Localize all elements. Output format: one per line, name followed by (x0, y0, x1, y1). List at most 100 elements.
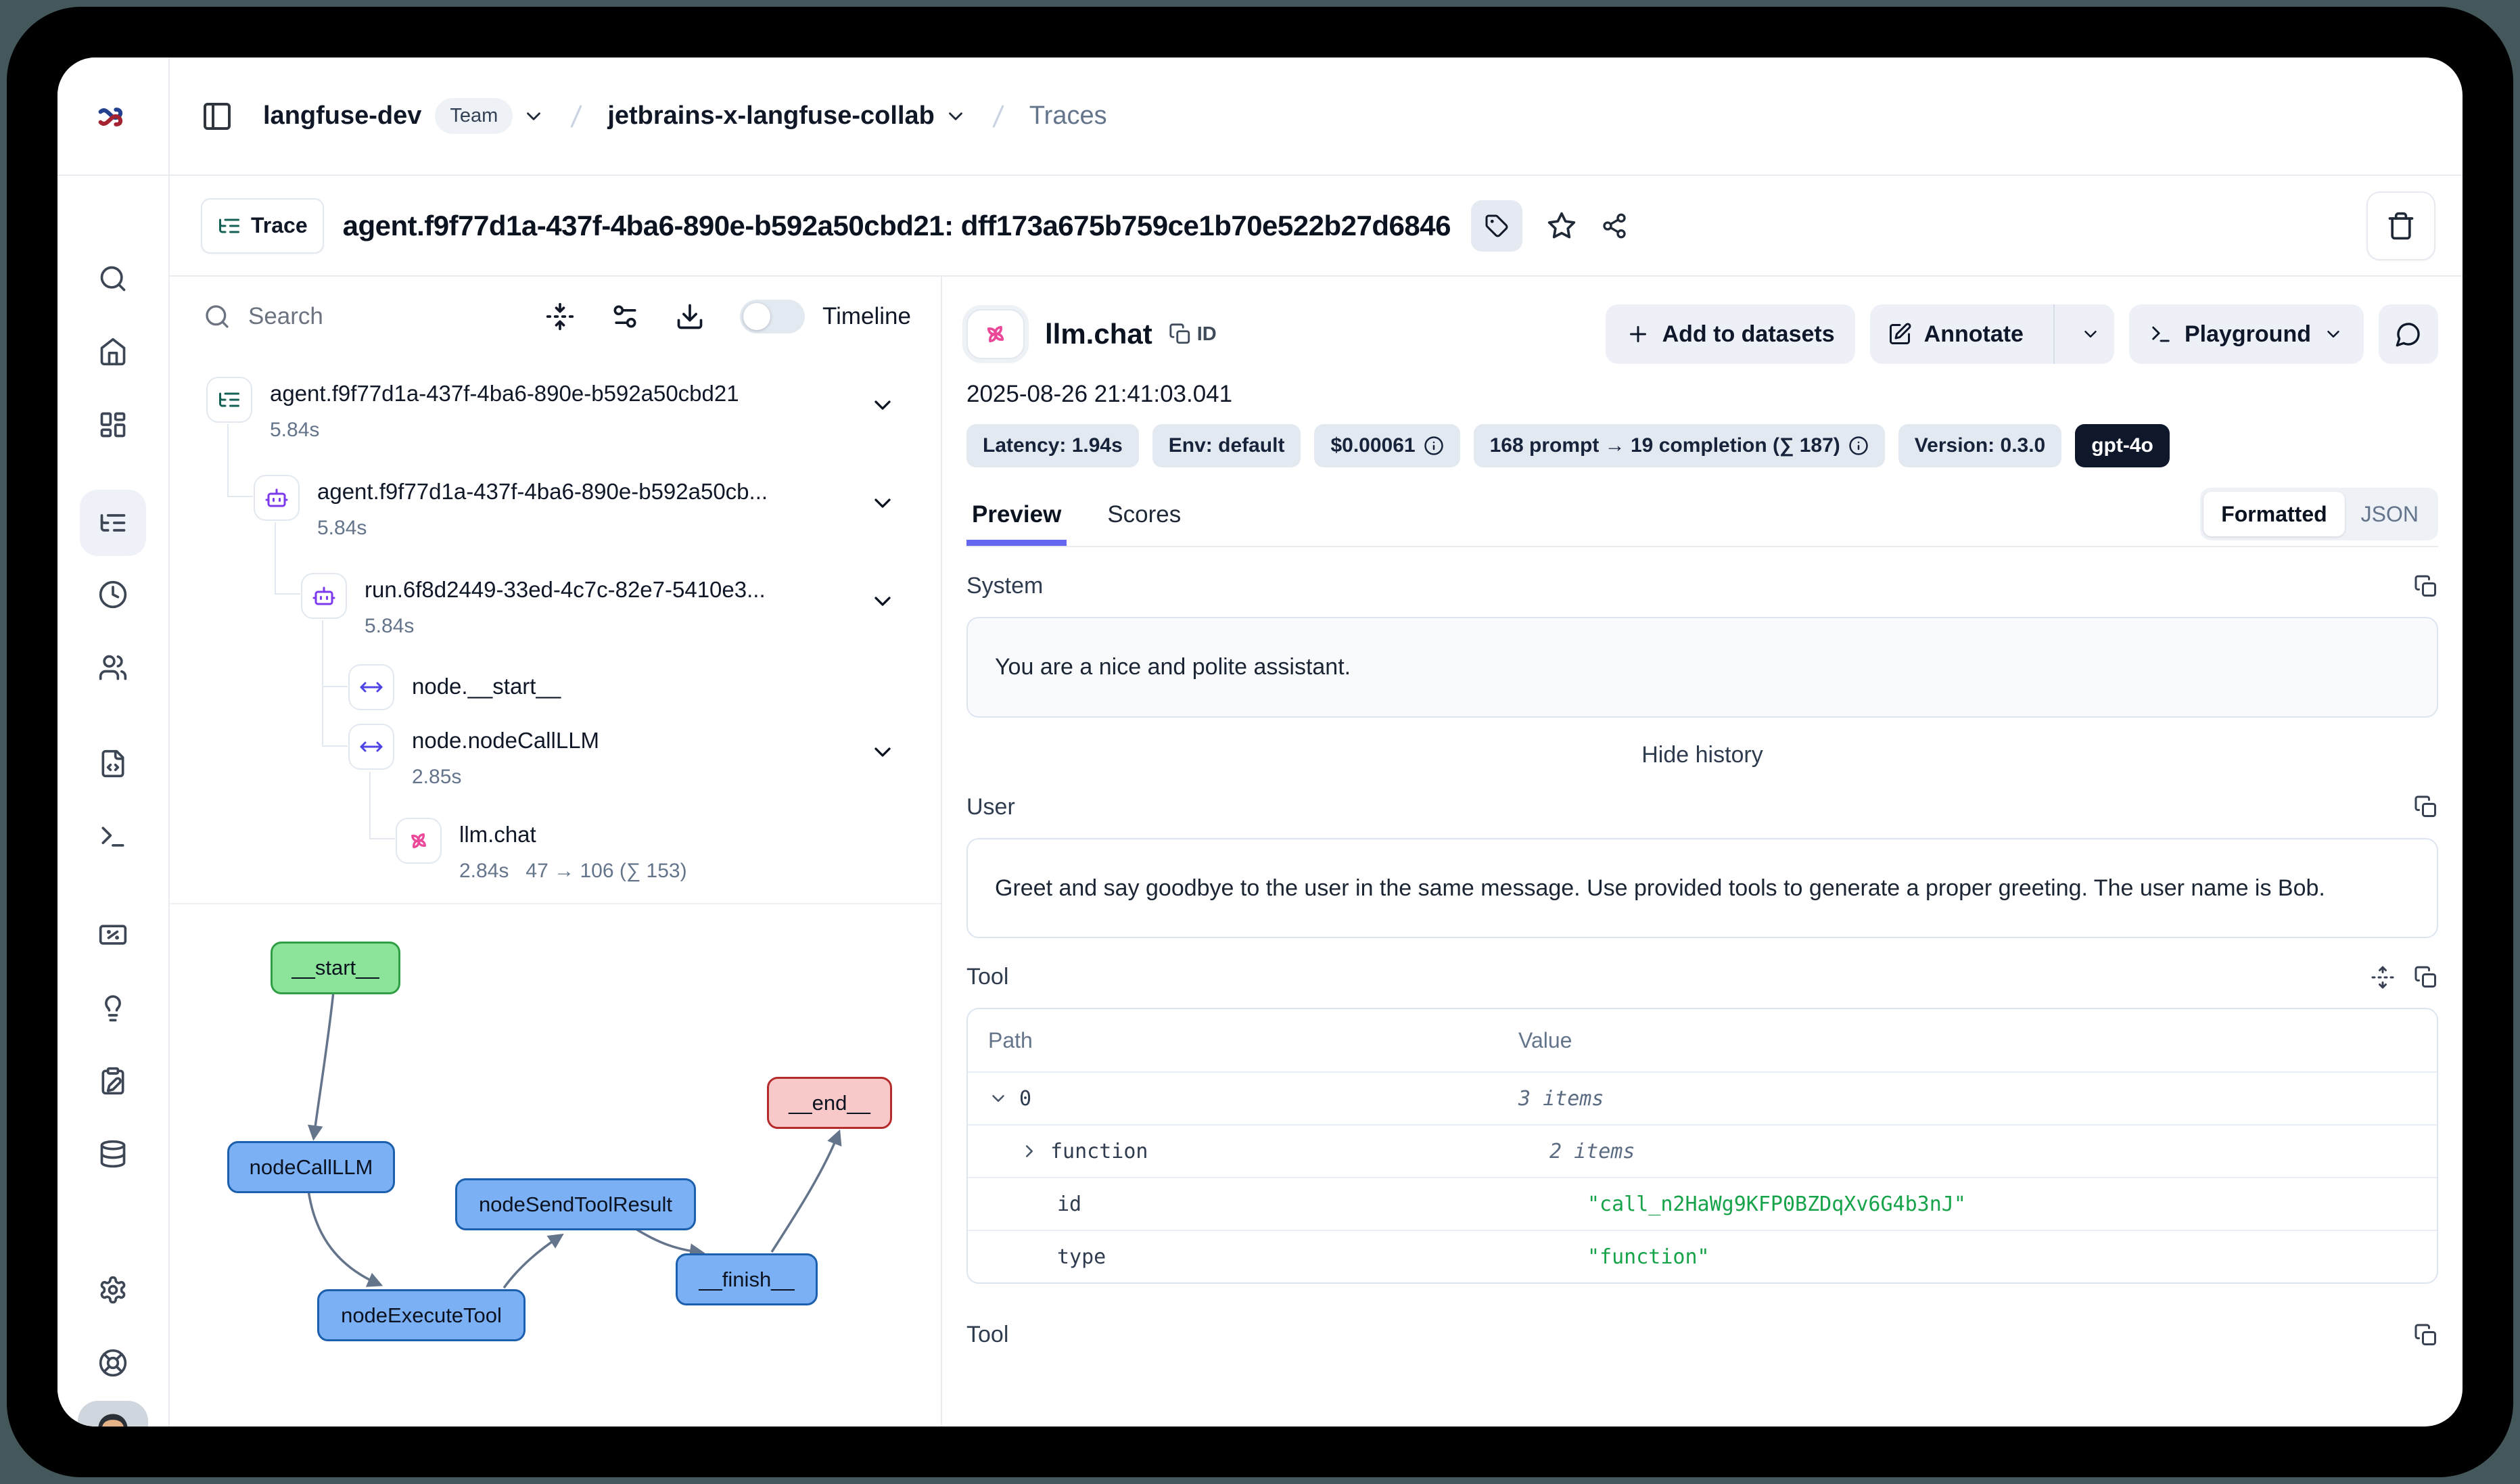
add-to-datasets-label: Add to datasets (1662, 321, 1835, 348)
column-value: Value (1518, 1028, 2437, 1053)
tree-item-label: node.nodeCallLLM (412, 728, 599, 753)
user-heading: User (966, 794, 1015, 820)
arrows-horizontal-icon (348, 664, 394, 710)
datasets-database-icon[interactable] (98, 1139, 128, 1169)
sidebar-toggle-icon[interactable] (201, 100, 233, 133)
delete-trace-button[interactable] (2366, 191, 2435, 260)
button-divider (2053, 304, 2055, 364)
copy-icon[interactable] (2414, 965, 2438, 990)
format-formatted-option[interactable]: Formatted (2203, 492, 2344, 536)
version-badge: Version: 0.3.0 (1898, 424, 2061, 467)
support-lifebuoy-icon[interactable] (98, 1348, 128, 1378)
graph-node-finish[interactable]: __finish__ (676, 1253, 818, 1305)
chevron-down-icon[interactable] (869, 490, 896, 517)
graph-node-send-tool-result[interactable]: nodeSendToolResult (455, 1178, 696, 1230)
tree-item-agent-span[interactable]: agent.f9f77d1a-437f-4ba6-890e-b592a50cb.… (254, 475, 768, 540)
chevron-down-icon[interactable] (869, 588, 896, 615)
table-row[interactable]: id "call_n2HaWg9KFP0BZDqXv6G4b3nJ" (968, 1177, 2437, 1230)
tree-item-node-start[interactable]: node.__start__ (348, 664, 561, 710)
org-logo-knot-icon[interactable] (95, 99, 131, 135)
graph-node-start[interactable]: __start__ (271, 942, 400, 994)
tree-item-label: llm.chat (459, 822, 687, 848)
share-button[interactable] (1601, 212, 1628, 239)
tag-button[interactable] (1471, 200, 1522, 252)
tree-item-label: agent.f9f77d1a-437f-4ba6-890e-b592a50cb.… (317, 479, 768, 505)
copy-icon[interactable] (2414, 795, 2438, 819)
dashboard-nav-icon[interactable] (98, 410, 128, 440)
users-nav-icon[interactable] (98, 653, 128, 682)
project-switcher-chevron-icon[interactable] (944, 105, 967, 128)
annotate-dropdown-chevron-icon[interactable] (2067, 304, 2114, 364)
breadcrumb-project[interactable]: jetbrains-x-langfuse-collab (607, 101, 935, 131)
tree-item-trace-root[interactable]: agent.f9f77d1a-437f-4ba6-890e-b592a50cbd… (206, 377, 739, 442)
observation-title: llm.chat (1045, 318, 1152, 350)
chevron-down-icon[interactable] (869, 392, 896, 419)
system-heading: System (966, 573, 1043, 599)
prompts-lightbulb-icon[interactable] (98, 993, 128, 1023)
copy-icon[interactable] (2414, 1323, 2438, 1347)
expand-icon[interactable] (2371, 965, 2395, 990)
table-row[interactable]: 0 3 items (968, 1071, 2437, 1124)
breadcrumb-separator (563, 103, 590, 130)
model-badge[interactable]: gpt-4o (2075, 424, 2170, 467)
user-avatar[interactable] (78, 1401, 148, 1427)
annotation-clipboard-icon[interactable] (98, 1066, 128, 1096)
playground-button[interactable]: Playground (2129, 304, 2364, 364)
terminal-nav-icon[interactable] (98, 822, 128, 852)
tokens-badge[interactable]: 168 prompt → 19 completion (∑ 187) (1474, 424, 1885, 467)
tree-item-llm-chat[interactable]: llm.chat 2.84s 47 → 106 (∑ 153) (396, 818, 687, 883)
sessions-clock-icon[interactable] (98, 580, 128, 609)
copy-icon[interactable] (2414, 574, 2438, 599)
graph-node-execute-tool[interactable]: nodeExecuteTool (317, 1289, 526, 1341)
graph-node-end[interactable]: __end__ (767, 1077, 892, 1129)
table-row[interactable]: type "function" (968, 1230, 2437, 1282)
breadcrumb-org[interactable]: langfuse-dev (263, 101, 421, 131)
chevron-down-icon[interactable] (869, 739, 896, 766)
bookmark-star-button[interactable] (1547, 211, 1577, 241)
chevron-right-icon[interactable] (1019, 1141, 1040, 1161)
graph-node-call-llm[interactable]: nodeCallLLM (227, 1141, 395, 1193)
home-nav-icon[interactable] (98, 337, 128, 367)
tokens-label: 168 prompt → 19 completion (∑ 187) (1490, 434, 1840, 457)
row-path: id (1057, 1192, 1081, 1216)
org-switcher-chevron-icon[interactable] (522, 105, 545, 128)
toggle-knob (743, 303, 770, 330)
format-json-option[interactable]: JSON (2345, 502, 2435, 527)
tab-scores[interactable]: Scores (1102, 501, 1186, 546)
annotate-button[interactable]: Annotate (1870, 304, 2041, 364)
tree-item-run-span[interactable]: run.6f8d2449-33ed-4c7c-82e7-5410e3... 5.… (301, 573, 766, 638)
tree-item-node-call-llm[interactable]: node.nodeCallLLM 2.85s (348, 724, 599, 789)
settings-gear-icon[interactable] (98, 1275, 128, 1305)
cost-badge[interactable]: $0.00061 (1314, 424, 1460, 467)
id-label: ID (1197, 323, 1217, 346)
tree-item-label: agent.f9f77d1a-437f-4ba6-890e-b592a50cbd… (270, 381, 739, 407)
format-toggle: Formatted JSON (2200, 488, 2438, 540)
evaluation-nav-icon[interactable] (98, 920, 128, 950)
collapse-all-icon[interactable] (545, 302, 575, 331)
comments-button[interactable] (2379, 304, 2438, 364)
copy-id-button[interactable]: ID (1169, 323, 1217, 346)
chevron-down-icon[interactable] (988, 1088, 1008, 1109)
search-input[interactable] (247, 302, 493, 331)
sidebar-item-traces-active[interactable] (80, 490, 146, 556)
tree-settings-icon[interactable] (610, 302, 640, 331)
tab-preview[interactable]: Preview (966, 501, 1067, 546)
table-row[interactable]: function 2 items (968, 1124, 2437, 1177)
info-icon (1848, 436, 1869, 456)
tool-json-table: Path Value 0 3 items (966, 1008, 2438, 1284)
system-message-box: You are a nice and polite assistant. (966, 617, 2438, 718)
breadcrumb-separator (985, 103, 1012, 130)
file-code-nav-icon[interactable] (98, 749, 128, 779)
search-nav-icon[interactable] (98, 264, 128, 294)
download-icon[interactable] (675, 302, 705, 331)
add-to-datasets-button[interactable]: Add to datasets (1606, 304, 1855, 364)
row-value: 3 items (1518, 1087, 2437, 1111)
table-header-row: Path Value (968, 1009, 2437, 1071)
hide-history-button[interactable]: Hide history (966, 742, 2438, 768)
breadcrumb-page[interactable]: Traces (1029, 101, 1107, 131)
timeline-toggle[interactable] (740, 300, 805, 333)
row-value: "call_n2HaWg9KFP0BZDqXv6G4b3nJ" (1587, 1192, 2437, 1216)
org-plan-badge: Team (435, 98, 513, 134)
tree-connector (369, 838, 395, 839)
row-path: type (1057, 1245, 1106, 1269)
